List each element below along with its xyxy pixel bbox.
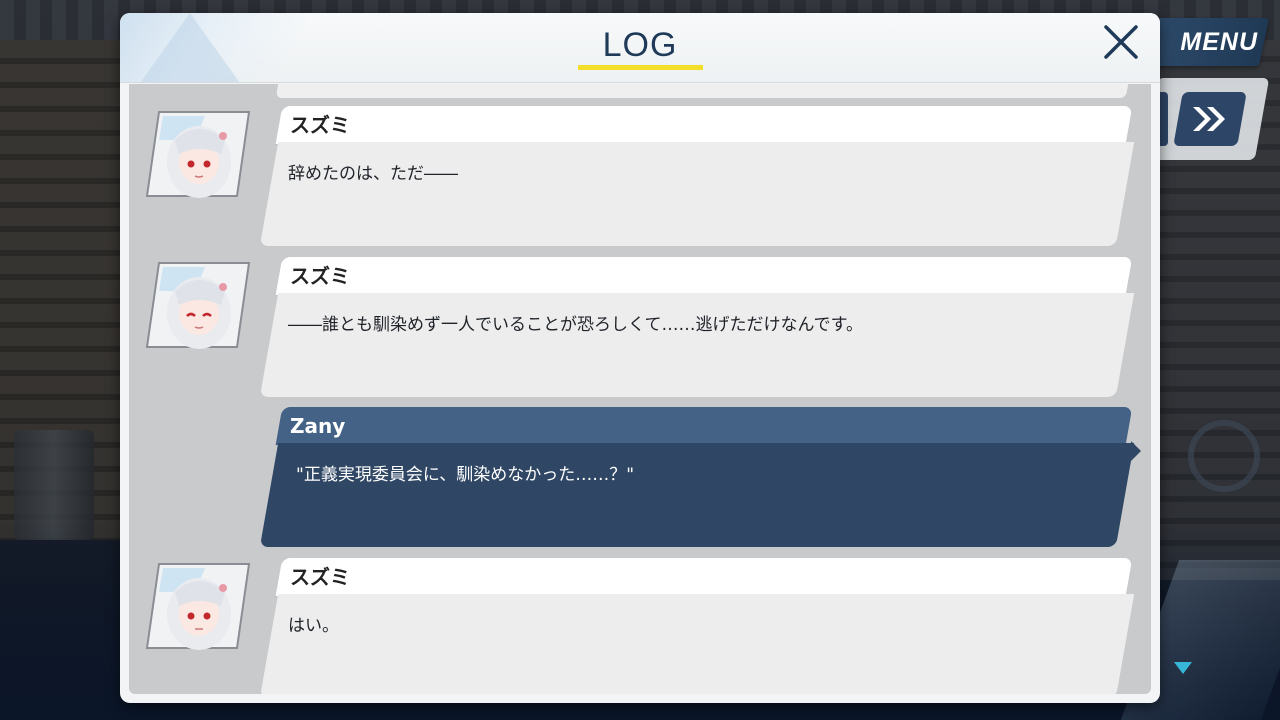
log-dialog: LOG スズミ 辞めたのは、ただ―― スズミ ――誰とも馴染めず一人でいることが… <box>120 13 1160 703</box>
speaker-name-bar <box>275 558 1133 596</box>
speaker-name-bar <box>275 257 1133 295</box>
log-dialog-header: LOG <box>120 13 1160 83</box>
log-entry: スズミ ――誰とも馴染めず一人でいることが恐ろしくて……逃げただけなんです。 <box>129 247 1151 397</box>
character-portrait-suzumi <box>145 562 251 650</box>
dialogue-line: 辞めたのは、ただ―― <box>288 164 458 184</box>
header-decoration-triangle <box>140 13 240 83</box>
dialogue-text-box <box>259 293 1135 397</box>
character-portrait-suzumi <box>145 261 251 349</box>
log-entry: スズミ 辞めたのは、ただ―― <box>129 96 1151 246</box>
speaker-name: スズミ <box>290 565 350 589</box>
dialogue-line: ――誰とも馴染めず一人でいることが恐ろしくて……逃げただけなんです。 <box>288 315 863 335</box>
log-title: LOG <box>602 26 678 64</box>
triangle-down-icon <box>1174 662 1192 674</box>
dialogue-text-box <box>259 142 1135 246</box>
dialogue-line: はい。 <box>288 616 339 636</box>
speaker-name: Zany <box>290 414 346 438</box>
log-entry: スズミ はい。 <box>129 548 1151 694</box>
player-entry-pointer <box>1131 441 1141 461</box>
character-portrait-suzumi <box>145 110 251 198</box>
title-underline <box>578 65 703 70</box>
speaker-name: スズミ <box>290 113 350 137</box>
dialogue-text-box <box>259 594 1135 694</box>
close-icon[interactable] <box>1100 21 1142 63</box>
double-chevron-right-icon[interactable] <box>1189 104 1233 134</box>
log-entry-player: Zany "正義実現委員会に、馴染めなかった……？" <box>129 397 1151 547</box>
header-divider <box>120 82 1160 83</box>
speaker-name-bar <box>275 407 1133 445</box>
speaker-name-bar <box>275 106 1133 144</box>
background-pipe <box>1188 420 1260 492</box>
speaker-name: スズミ <box>290 264 350 288</box>
dialogue-text-box <box>259 443 1135 547</box>
log-scroll-area[interactable]: スズミ 辞めたのは、ただ―― スズミ ――誰とも馴染めず一人でいることが恐ろしく… <box>129 84 1151 694</box>
dialogue-line: "正義実現委員会に、馴染めなかった……？" <box>296 465 635 485</box>
menu-button-label[interactable]: MENU <box>1162 24 1258 60</box>
